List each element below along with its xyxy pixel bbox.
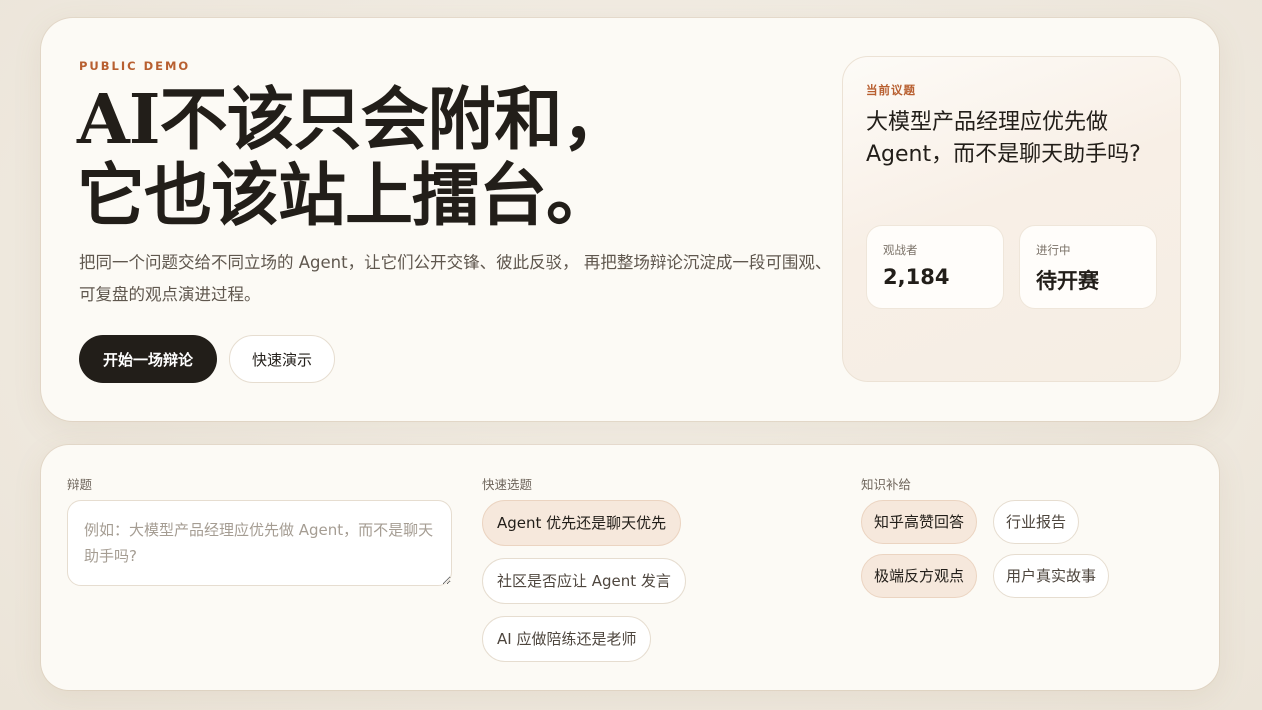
knowledge-chip[interactable]: 行业报告	[993, 500, 1080, 544]
page-headline: AI不该只会附和， 它也该站上擂台。	[77, 82, 697, 234]
start-debate-button[interactable]: 开始一场辩论	[79, 335, 217, 383]
stat-value: 2,184	[883, 265, 950, 289]
spectators-stat: 观战者 2,184	[866, 225, 1004, 309]
quick-demo-button[interactable]: 快速演示	[229, 335, 335, 383]
hero-description: 把同一个问题交给不同立场的 Agent，让它们公开交锋、彼此反驳， 再把整场辩论…	[79, 253, 832, 304]
eyebrow-label: PUBLIC DEMO	[79, 59, 191, 73]
topic-section-label: 辩题	[67, 477, 93, 492]
debate-setup-panel: 辩题 快速选题 Agent 优先还是聊天优先 社区是否应让 Agent 发言 A…	[41, 445, 1219, 690]
status-stat: 进行中 待开赛	[1019, 225, 1157, 309]
stat-label: 进行中	[1036, 243, 1071, 257]
hero-card: PUBLIC DEMO AI不该只会附和， 它也该站上擂台。 把同一个问题交给不…	[41, 18, 1219, 421]
quick-topic-chip[interactable]: 社区是否应让 Agent 发言	[482, 558, 686, 604]
knowledge-chip[interactable]: 用户真实故事	[993, 554, 1110, 598]
current-topic-title: 大模型产品经理应优先做 Agent，而不是聊天助手吗?	[866, 110, 1141, 167]
knowledge-chip[interactable]: 极端反方观点	[861, 554, 978, 598]
stat-label: 观战者	[883, 243, 918, 257]
topic-input[interactable]	[67, 500, 452, 586]
quick-topic-chip[interactable]: AI 应做陪练还是老师	[482, 616, 652, 662]
quick-topic-chip[interactable]: Agent 优先还是聊天优先	[482, 500, 682, 546]
quick-topics-label: 快速选题	[482, 477, 533, 492]
knowledge-label: 知识补给	[861, 477, 912, 492]
headline-line-1: AI不该只会附和，	[77, 80, 630, 160]
current-topic-card: 当前议题 大模型产品经理应优先做 Agent，而不是聊天助手吗? 观战者 2,1…	[842, 56, 1181, 382]
topic-input-wrapper	[67, 500, 452, 586]
knowledge-chip[interactable]: 知乎高赞回答	[861, 500, 978, 544]
headline-line-2: 它也该站上擂台。	[77, 156, 614, 236]
current-topic-label: 当前议题	[866, 83, 916, 97]
stat-value: 待开赛	[1036, 269, 1099, 293]
